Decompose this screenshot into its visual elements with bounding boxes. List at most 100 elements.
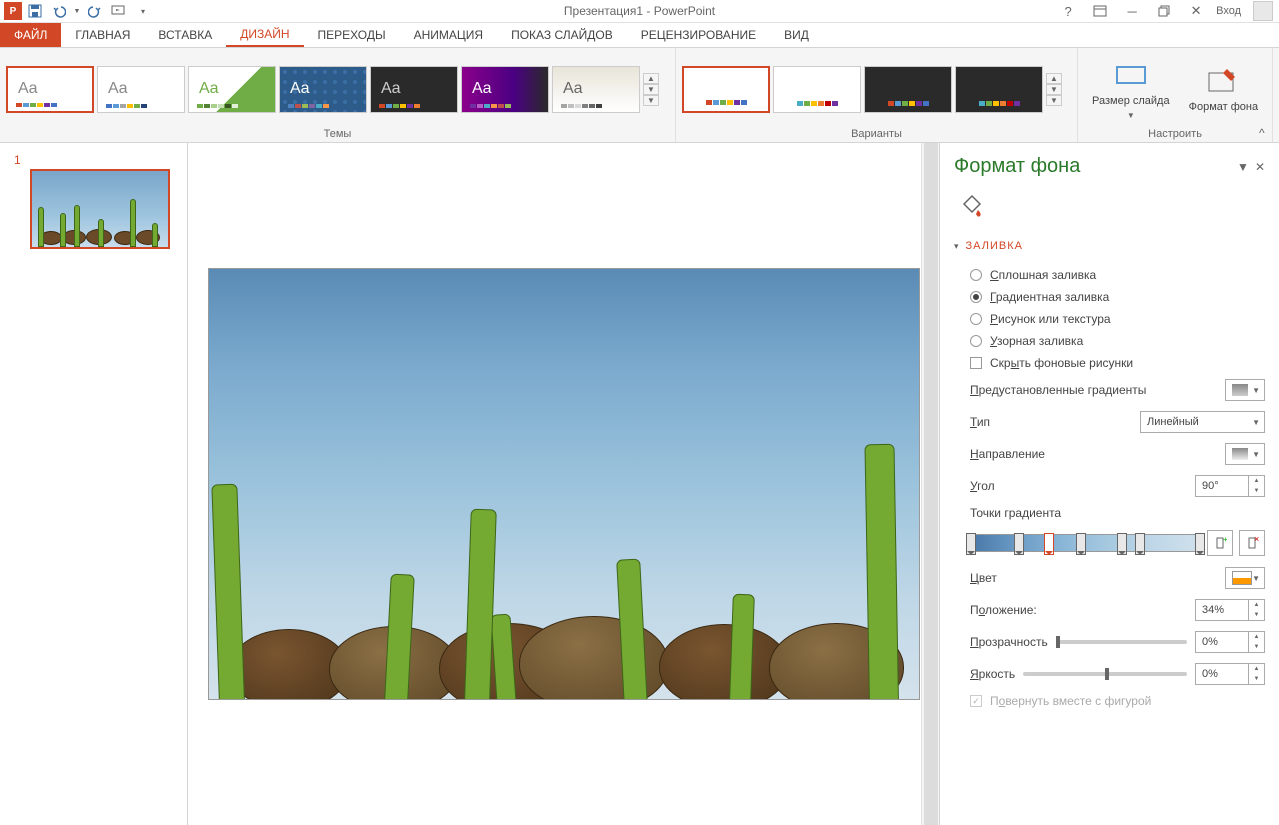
- hide-bg-checkbox[interactable]: Скрыть фоновые рисунки: [970, 352, 1265, 374]
- gradient-stop-5[interactable]: [1117, 533, 1127, 555]
- fill-category-icon[interactable]: [954, 188, 990, 224]
- tab-review[interactable]: РЕЦЕНЗИРОВАНИЕ: [627, 23, 770, 47]
- gradient-stop-1[interactable]: [966, 533, 976, 555]
- tab-design[interactable]: ДИЗАЙН: [226, 23, 303, 47]
- close-button[interactable]: ✕: [1184, 1, 1208, 21]
- brightness-spinner[interactable]: 0%▲▼: [1195, 663, 1265, 685]
- panel-options-icon[interactable]: ▼: [1237, 160, 1249, 174]
- slide-size-label: Размер слайда: [1092, 95, 1170, 107]
- fill-section: ЗАЛИВКА Сплошная заливка Градиентная зал…: [954, 236, 1265, 712]
- theme-thumb-7[interactable]: Aa: [552, 66, 640, 113]
- position-label: Положение:: [970, 603, 1037, 617]
- tab-transitions[interactable]: ПЕРЕХОДЫ: [304, 23, 400, 47]
- panel-close-icon[interactable]: ✕: [1255, 160, 1265, 174]
- transparency-spinner[interactable]: 0%▲▼: [1195, 631, 1265, 653]
- customize-group-label: Настроить: [1084, 126, 1266, 140]
- brightness-slider[interactable]: [1023, 672, 1187, 676]
- gradient-stop-6[interactable]: [1135, 533, 1145, 555]
- slide-size-button[interactable]: Размер слайда ▼: [1084, 55, 1178, 124]
- help-button[interactable]: ?: [1056, 1, 1080, 21]
- position-spinner[interactable]: 34%▲▼: [1195, 599, 1265, 621]
- restore-button[interactable]: [1152, 1, 1176, 21]
- fill-section-header[interactable]: ЗАЛИВКА: [954, 236, 1265, 256]
- gradient-stop-3[interactable]: [1044, 533, 1054, 555]
- tab-slideshow[interactable]: ПОКАЗ СЛАЙДОВ: [497, 23, 627, 47]
- angle-label: Угол: [970, 479, 995, 493]
- direction-label: Направление: [970, 447, 1045, 461]
- variant-thumb-2[interactable]: [773, 66, 861, 113]
- themes-up[interactable]: ▲: [643, 73, 659, 84]
- theme-thumb-3[interactable]: Aa: [188, 66, 276, 113]
- window-controls: ? ─ ✕ Вход: [1056, 1, 1279, 21]
- slide-thumbnail-1[interactable]: [30, 169, 170, 249]
- save-button[interactable]: [24, 0, 46, 22]
- tab-file[interactable]: ФАЙЛ: [0, 23, 61, 47]
- add-stop-button[interactable]: +: [1207, 530, 1233, 556]
- format-background-panel: Формат фона ▼ ✕ ЗАЛИВКА Сплошная заливка…: [939, 143, 1279, 825]
- ribbon-tabs: ФАЙЛ ГЛАВНАЯ ВСТАВКА ДИЗАЙН ПЕРЕХОДЫ АНИ…: [0, 23, 1279, 48]
- color-dropdown[interactable]: ▼: [1225, 567, 1265, 589]
- editor-scrollbar[interactable]: [921, 143, 939, 825]
- minimize-button[interactable]: ─: [1120, 1, 1144, 21]
- theme-thumb-4[interactable]: Aa: [279, 66, 367, 113]
- undo-dropdown[interactable]: ▼: [72, 0, 82, 22]
- slide-number: 1: [14, 153, 177, 167]
- gradient-stop-2[interactable]: [1014, 533, 1024, 555]
- themes-down[interactable]: ▼: [643, 84, 659, 95]
- title-bar: P ▼ ▾ Презентация1 - PowerPoint ? ─ ✕ Вх…: [0, 0, 1279, 23]
- slide-size-icon: [1115, 59, 1147, 91]
- start-from-beginning-button[interactable]: [108, 0, 130, 22]
- slide-canvas[interactable]: [209, 269, 919, 699]
- variants-more[interactable]: ▼: [1046, 95, 1062, 106]
- variant-thumb-4[interactable]: [955, 66, 1043, 113]
- undo-button[interactable]: [48, 0, 70, 22]
- themes-group: Aa Aa Aa Aa Aa Aa Aa ▲ ▼ ▼ Темы: [0, 48, 676, 142]
- variants-gallery-scroll: ▲ ▼ ▼: [1046, 73, 1062, 106]
- gradient-stops-bar[interactable]: [970, 534, 1201, 552]
- variant-thumb-3[interactable]: [864, 66, 952, 113]
- fill-solid-radio[interactable]: Сплошная заливка: [970, 264, 1265, 286]
- collapse-ribbon-icon[interactable]: ^: [1259, 126, 1275, 140]
- ribbon-display-options[interactable]: [1088, 1, 1112, 21]
- theme-thumb-1[interactable]: Aa: [6, 66, 94, 113]
- angle-spinner[interactable]: 90°▲▼: [1195, 475, 1265, 497]
- transparency-slider[interactable]: [1056, 640, 1187, 644]
- theme-thumb-6[interactable]: Aa: [461, 66, 549, 113]
- fill-picture-radio[interactable]: Рисунок или текстура: [970, 308, 1265, 330]
- window-title: Презентация1 - PowerPoint: [564, 4, 715, 18]
- themes-more[interactable]: ▼: [643, 95, 659, 106]
- fill-pattern-radio[interactable]: Узорная заливка: [970, 330, 1265, 352]
- tab-animations[interactable]: АНИМАЦИЯ: [400, 23, 497, 47]
- avatar[interactable]: [1253, 1, 1273, 21]
- variant-thumb-1[interactable]: [682, 66, 770, 113]
- gradient-stop-4[interactable]: [1076, 533, 1086, 555]
- theme-thumb-5[interactable]: Aa: [370, 66, 458, 113]
- tab-view[interactable]: ВИД: [770, 23, 823, 47]
- slide-editor: [188, 143, 939, 825]
- tab-home[interactable]: ГЛАВНАЯ: [61, 23, 144, 47]
- variants-group-label: Варианты: [682, 126, 1071, 140]
- type-dropdown[interactable]: Линейный▼: [1140, 411, 1265, 433]
- qat-customize[interactable]: ▾: [132, 0, 154, 22]
- brightness-label: Яркость: [970, 667, 1015, 681]
- login-label[interactable]: Вход: [1216, 5, 1241, 17]
- variants-down[interactable]: ▼: [1046, 84, 1062, 95]
- remove-stop-button[interactable]: ×: [1239, 530, 1265, 556]
- variants-group: ▲ ▼ ▼ Варианты: [676, 48, 1078, 142]
- direction-dropdown[interactable]: ▼: [1225, 443, 1265, 465]
- preset-gradients-dropdown[interactable]: ▼: [1225, 379, 1265, 401]
- gradient-stop-7[interactable]: [1195, 533, 1205, 555]
- redo-button[interactable]: [84, 0, 106, 22]
- theme-thumb-2[interactable]: Aa: [97, 66, 185, 113]
- themes-group-label: Темы: [6, 126, 669, 140]
- format-bg-button[interactable]: Формат фона: [1181, 61, 1267, 117]
- themes-gallery-scroll: ▲ ▼ ▼: [643, 73, 659, 106]
- panel-title: Формат фона: [954, 155, 1080, 178]
- fill-gradient-radio[interactable]: Градиентная заливка: [970, 286, 1265, 308]
- tab-insert[interactable]: ВСТАВКА: [144, 23, 226, 47]
- rotate-with-shape-checkbox: ✓Повернуть вместе с фигурой: [970, 690, 1265, 712]
- format-bg-label: Формат фона: [1189, 101, 1259, 113]
- variants-up[interactable]: ▲: [1046, 73, 1062, 84]
- main-area: 1: [0, 143, 1279, 825]
- slide-panel: 1: [0, 143, 188, 825]
